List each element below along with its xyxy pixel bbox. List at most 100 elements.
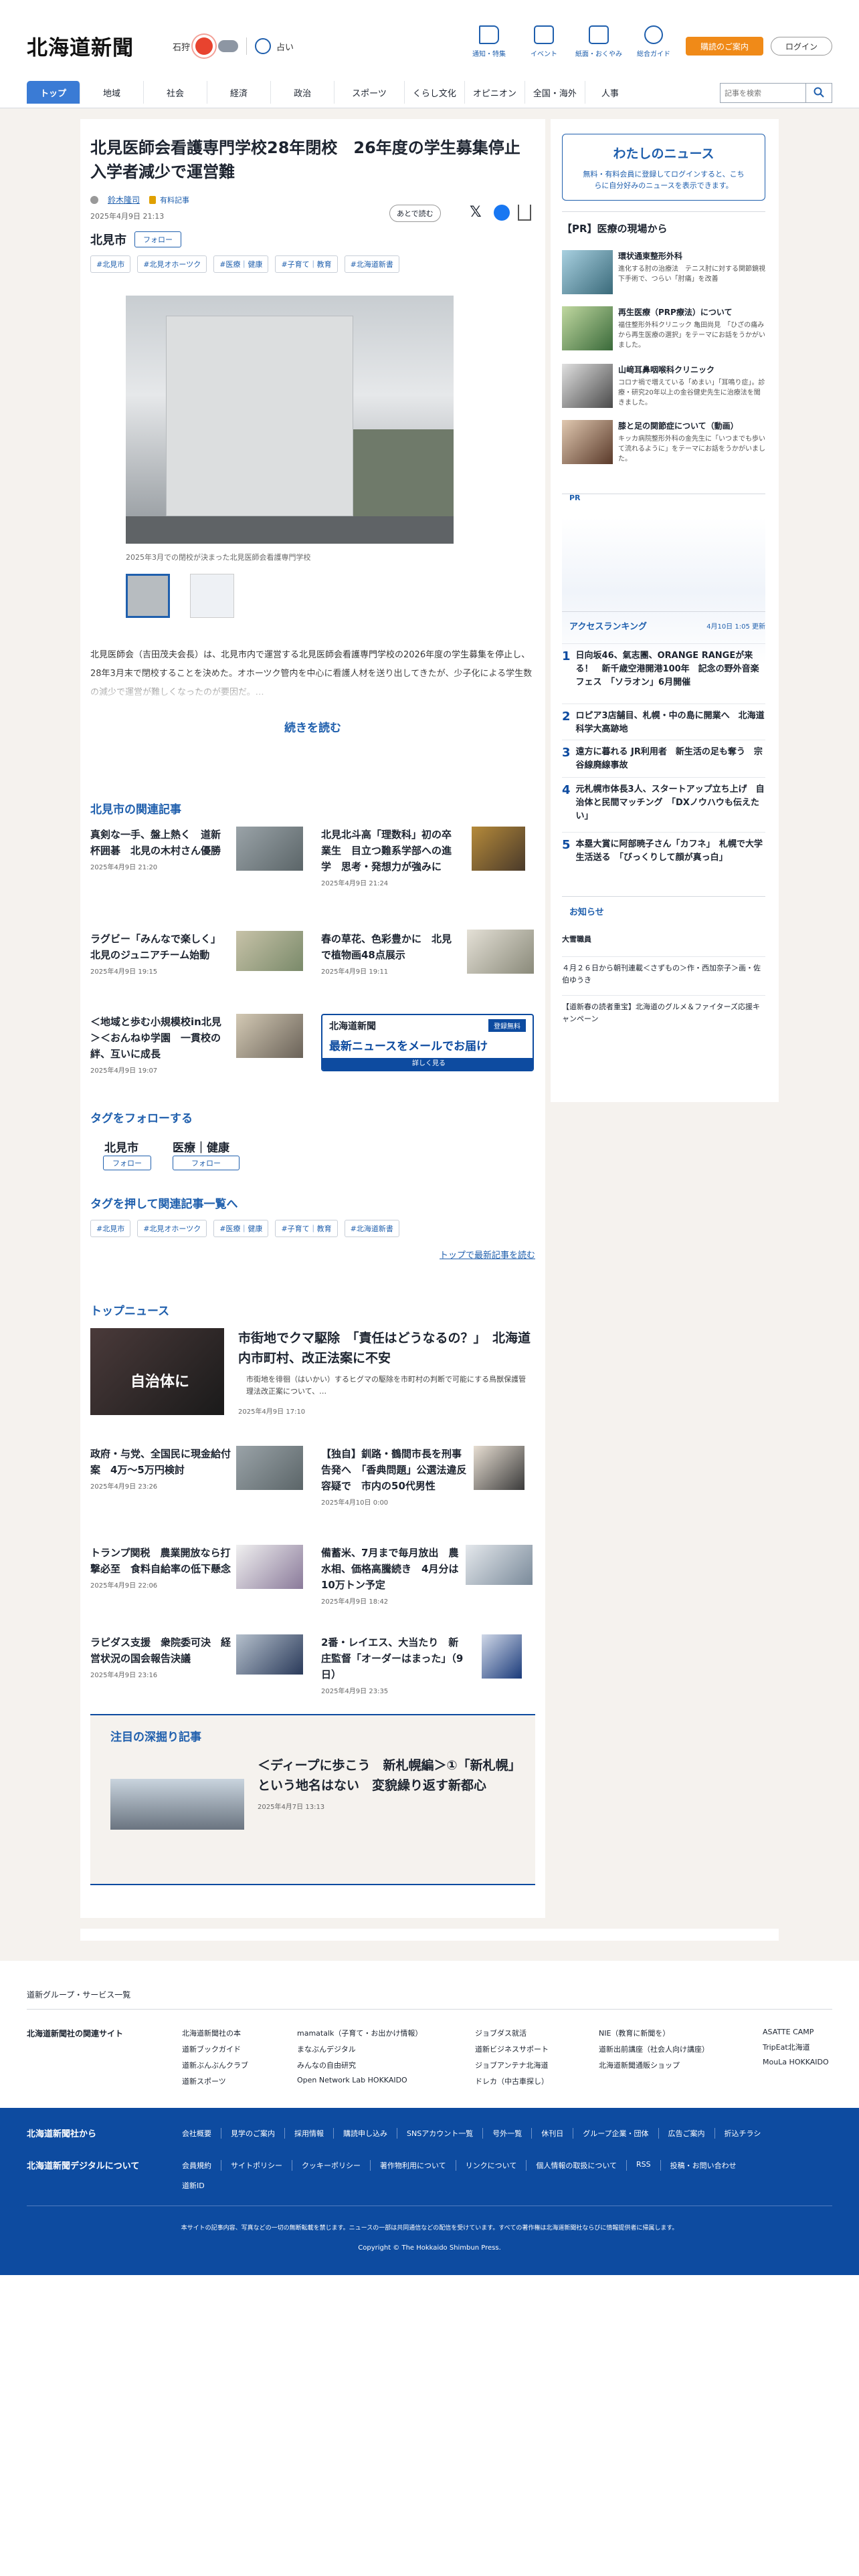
news-item[interactable]: 政府・与党、全国民に現金給付案 4万～5万円検討 2025年4月9日 23:26 <box>90 1446 231 1491</box>
footer-link[interactable]: 北海道新聞社の本 <box>182 2028 248 2038</box>
news-thumb[interactable] <box>236 1446 303 1490</box>
footer-link[interactable]: NIE（教育に新聞を） <box>599 2028 709 2038</box>
tag-link[interactable]: #医療｜健康 <box>213 1220 269 1237</box>
footer-link[interactable]: 購読申し込み <box>343 2128 397 2139</box>
tag-link[interactable]: #北見市 <box>90 1220 131 1237</box>
footer-link[interactable]: 投稿・お問い合わせ <box>670 2160 737 2171</box>
related-thumb[interactable] <box>236 827 303 871</box>
tag-link[interactable]: #北海道新書 <box>344 1220 399 1237</box>
notice-item[interactable]: 【道新春の読者重宝】北海道のグルメ＆ファイターズ応援キャンペーン <box>562 995 765 1025</box>
footer-link[interactable]: ASATTE CAMP <box>763 2028 829 2036</box>
tag-link[interactable]: #子育て｜教育 <box>275 1220 338 1237</box>
follow-button[interactable]: フォロー <box>173 1156 240 1170</box>
related-thumb[interactable] <box>236 1014 303 1058</box>
nav-world[interactable]: 全国・海外 <box>525 81 585 104</box>
pr-item[interactable]: 環状通東整形外科 進化する肘の治療法 テニス肘に対する関節鏡視下手術で、つらい「… <box>562 250 765 294</box>
ranking-item[interactable]: 4 元札幌市体長3人、スタートアップ立ち上げ 自治体と民間マッチング 「DXノウ… <box>562 777 765 823</box>
nav-region[interactable]: 地域 <box>80 81 145 104</box>
footer-link[interactable]: 北海道新聞通販ショップ <box>599 2060 709 2070</box>
article-photo[interactable] <box>126 296 454 544</box>
login-button[interactable]: ログイン <box>771 37 832 56</box>
news-thumb[interactable] <box>236 1634 303 1675</box>
ranking-item[interactable]: 5 本塁大賞に阿部暁子さん「カフネ」 札幌で大学生活送る 「びっくりして顔が真っ… <box>562 832 765 865</box>
footer-link[interactable]: 広告ご案内 <box>668 2128 715 2139</box>
nav-personnel[interactable]: 人事 <box>585 81 635 104</box>
footer-link[interactable]: グループ企業・団体 <box>583 2128 659 2139</box>
ranking-item[interactable]: 2 ロピア3店舗目、札幌・中の島に開業へ 北海道科学大高跡地 <box>562 704 765 736</box>
footer-link[interactable]: 折込チラシ <box>725 2128 761 2139</box>
read-more-link[interactable]: 続きを読む <box>80 718 545 735</box>
util-notice[interactable]: 通知・特集 <box>462 25 516 58</box>
lead-thumb[interactable]: 自治体に <box>90 1328 224 1415</box>
weather-widget[interactable]: 石狩 占い <box>173 37 294 55</box>
photo-thumb-2[interactable] <box>190 574 234 618</box>
footer-link[interactable]: ドレカ（中古車探し） <box>475 2076 549 2086</box>
ranking-heading[interactable]: アクセスランキング <box>569 619 647 632</box>
tag-link[interactable]: #北見市 <box>90 255 131 273</box>
region-follow-button[interactable]: フォロー <box>134 231 181 247</box>
footer-link[interactable]: SNSアカウント一覧 <box>407 2128 484 2139</box>
photo-thumb-1[interactable] <box>126 574 170 618</box>
nav-sports[interactable]: スポーツ <box>335 81 405 104</box>
news-item[interactable]: 備蓄米、7月まで毎月放出 農水相、価格高騰続き 4月分は10万トン予定 2025… <box>321 1545 468 1606</box>
news-thumb[interactable] <box>466 1545 533 1585</box>
footer-link[interactable]: 道新ぶんぶんクラブ <box>182 2060 248 2070</box>
footer-link[interactable]: mamatalk（子育て・お出かけ情報） <box>297 2028 422 2038</box>
news-thumb[interactable] <box>236 1545 303 1589</box>
search-button[interactable] <box>805 83 832 103</box>
ranking-item[interactable]: 3 遠方に暮れる JR利用者 新生活の足も奪う 宗谷線廃線事故 <box>562 740 765 772</box>
tag-link[interactable]: #子育て｜教育 <box>275 255 338 273</box>
site-logo[interactable]: 北海道新聞 <box>27 31 134 61</box>
tag-link[interactable]: #医療｜健康 <box>213 255 269 273</box>
util-paper[interactable]: 紙面・おくやみ <box>571 25 626 58</box>
deep-thumb[interactable] <box>110 1779 244 1830</box>
footer-link[interactable]: 道新出前講座（社会人向け講座） <box>599 2044 709 2054</box>
news-item[interactable]: トランプ関税 農業開放なら打撃必至 食料自給率の低下懸念 2025年4月9日 2… <box>90 1545 231 1590</box>
util-guide[interactable]: 総合ガイド <box>626 25 681 58</box>
footer-link[interactable]: 会社概要 <box>182 2128 221 2139</box>
lead-article[interactable]: 市街地でクマ駆除 「責任はどうなるの？」 北海道内市町村、改正法案に不安 市街地… <box>238 1328 533 1416</box>
pr-item[interactable]: 山﨑耳鼻咽喉科クリニック コロナ禍で増えている「めまい」「耳鳴り症」。診療・研究… <box>562 364 765 408</box>
footer-link[interactable]: 個人情報の取扱について <box>536 2160 628 2171</box>
footer-link[interactable]: 見学のご案内 <box>231 2128 285 2139</box>
news-thumb[interactable] <box>482 1634 522 1679</box>
related-thumb[interactable] <box>472 827 525 871</box>
footer-link[interactable]: 著作物利用について <box>380 2160 456 2171</box>
notice-item[interactable]: 大雪職員 ４月２６日から朝刊連載＜さずもの＞作・西加奈子＞画・佐伯ゆうき <box>562 934 765 986</box>
footer-link[interactable]: 採用情報 <box>294 2128 334 2139</box>
nav-opinion[interactable]: オピニオン <box>465 81 525 104</box>
footer-link[interactable]: 休刊日 <box>541 2128 574 2139</box>
footer-link[interactable]: みんなの自由研究 <box>297 2060 422 2070</box>
facebook-share-icon[interactable] <box>494 205 510 221</box>
footer-link[interactable]: RSS <box>636 2160 661 2171</box>
news-item[interactable]: ラピダス支援 衆院委可決 経営状況の国会報告決議 2025年4月9日 23:16 <box>90 1634 231 1679</box>
news-item[interactable]: 2番・レイエス、大当たり 新庄監督「オーダーはまった」（9日） 2025年4月9… <box>321 1634 468 1695</box>
pr-item[interactable]: 再生医療（PRP療法）について 福住整形外科クリニック 亀田尚見 「ひざの痛みか… <box>562 306 765 350</box>
tag-link[interactable]: #北海道新書 <box>344 255 399 273</box>
fortune-link[interactable]: 占い <box>276 40 294 53</box>
ranking-item[interactable]: 1 日向坂46、氣志團、ORANGE RANGEが来る！ 新千歳空港開港100年… <box>562 643 765 689</box>
footer-link[interactable]: 道新ブックガイド <box>182 2044 248 2054</box>
footer-link[interactable]: サイトポリシー <box>231 2160 292 2171</box>
footer-link[interactable]: 会員規約 <box>182 2160 221 2171</box>
footer-link[interactable]: MouLa HOKKAIDO <box>763 2058 829 2066</box>
search-input[interactable] <box>720 83 805 103</box>
related-thumb[interactable] <box>467 930 534 974</box>
read-later-button[interactable]: あとで読む <box>389 205 441 222</box>
news-thumb[interactable] <box>474 1446 524 1490</box>
footer-link[interactable]: リンクについて <box>466 2160 527 2171</box>
related-thumb[interactable] <box>236 931 303 971</box>
nav-top[interactable]: トップ <box>27 81 81 104</box>
fortune-icon[interactable] <box>255 38 272 54</box>
subscribe-button[interactable]: 購読のご案内 <box>686 37 763 56</box>
footer-link[interactable]: ジョブダス就活 <box>475 2028 549 2038</box>
tag-link[interactable]: #北見オホーツク <box>137 1220 207 1237</box>
nav-culture[interactable]: くらし文化 <box>405 81 465 104</box>
latest-link[interactable]: トップで最新記事を読む <box>440 1248 535 1261</box>
footer-link[interactable]: 道新スポーツ <box>182 2076 248 2086</box>
pr-item[interactable]: 膝と足の関節症について（動画） キッカ病院整形外科の金先生に「いつまでも歩いて流… <box>562 420 765 464</box>
footer-link[interactable]: 道新ビジネスサポート <box>475 2044 549 2054</box>
footer-link[interactable]: 号外一覧 <box>492 2128 533 2139</box>
footer-link[interactable]: TripEat北海道 <box>763 2042 829 2052</box>
tag-link[interactable]: #北見オホーツク <box>137 255 207 273</box>
